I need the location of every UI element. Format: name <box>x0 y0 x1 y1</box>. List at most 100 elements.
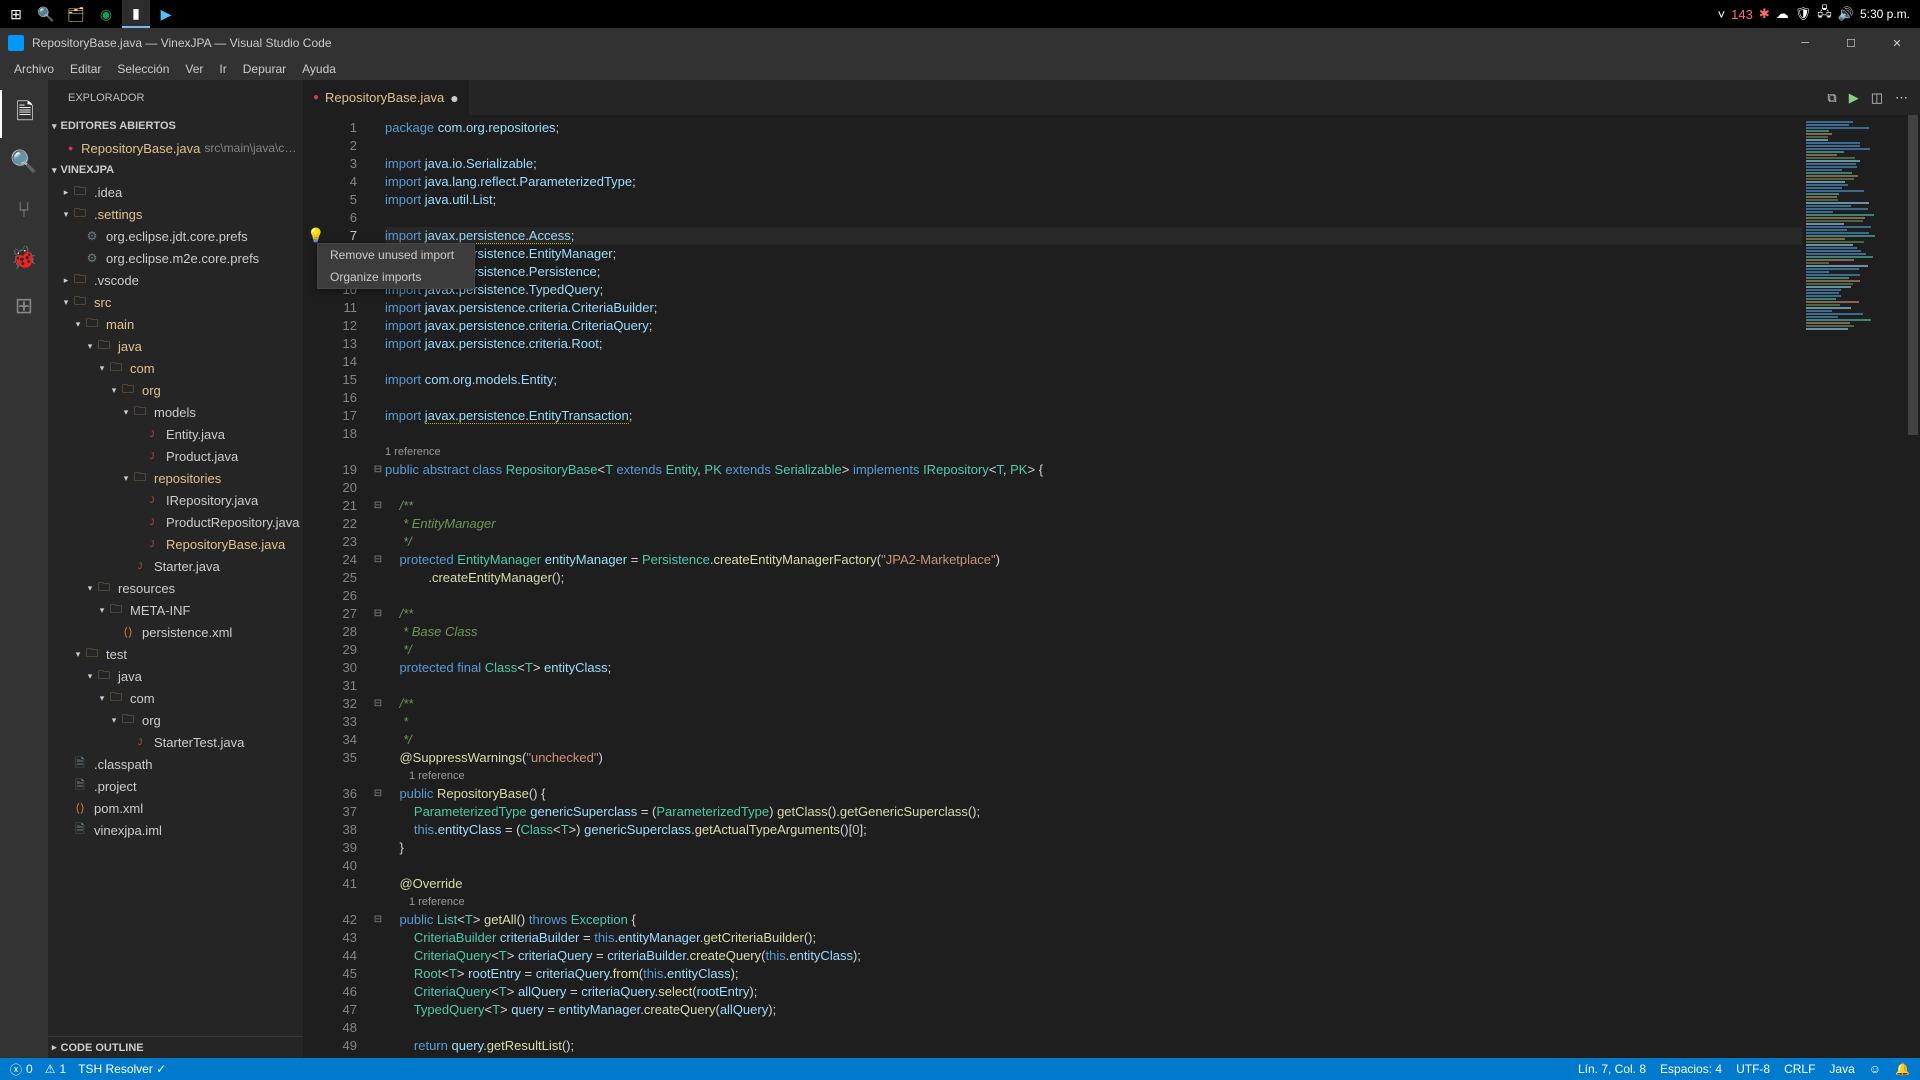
xml-file-icon: ⟨⟩ <box>72 801 88 815</box>
tree-item-vinexjpa-iml[interactable]: 🗎vinexjpa.iml <box>48 819 303 841</box>
tree-item-IRepository-java[interactable]: JIRepository.java <box>48 489 303 511</box>
close-button[interactable]: ✕ <box>1874 28 1920 58</box>
extensions-activity-icon[interactable]: ⊞ <box>0 282 48 330</box>
tree-item-org-eclipse-jdt-core-prefs[interactable]: ⚙org.eclipse.jdt.core.prefs <box>48 225 303 247</box>
defender-icon[interactable]: 🛡 <box>1795 6 1812 22</box>
tree-item-pom-xml[interactable]: ⟨⟩pom.xml <box>48 797 303 819</box>
tree-item-org[interactable]: ▾🗀org <box>48 709 303 731</box>
start-menu-icon[interactable]: ⊞ <box>2 0 30 28</box>
tree-item-src[interactable]: ▾🗀src <box>48 291 303 313</box>
tree-item-RepositoryBase-java[interactable]: JRepositoryBase.java <box>48 533 303 555</box>
tree-item--project[interactable]: 🗎.project <box>48 775 303 797</box>
quickfix-organize-imports[interactable]: Organize imports <box>318 266 474 288</box>
java-file-icon: ● <box>313 92 319 103</box>
tab-repositorybase[interactable]: ● RepositoryBase.java ● <box>303 80 470 115</box>
file-icon: 🗎 <box>72 776 88 797</box>
status-tsh-resolver[interactable]: TSH Resolver ✓ <box>78 1062 166 1076</box>
tree-item-Starter-java[interactable]: JStarter.java <box>48 555 303 577</box>
tree-item-ProductRepository-java[interactable]: JProductRepository.java <box>48 511 303 533</box>
folder-icon: 🗀 <box>84 314 100 335</box>
status-errors[interactable]: ⓧ 0 <box>10 1061 33 1078</box>
status-eol[interactable]: CRLF <box>1784 1062 1815 1076</box>
tree-item--classpath[interactable]: 🗎.classpath <box>48 753 303 775</box>
tray-badge[interactable]: 143 <box>1731 7 1753 22</box>
status-encoding[interactable]: UTF-8 <box>1736 1062 1770 1076</box>
project-header[interactable]: ▾ VINEXJPA <box>48 159 303 181</box>
explorer-activity-icon[interactable]: 🗎 <box>0 90 48 138</box>
source-control-activity-icon[interactable]: ⑂ <box>0 186 48 234</box>
activity-bar: 🗎 🔍 ⑂ 🐞 ⊞ <box>0 80 48 1058</box>
status-language[interactable]: Java <box>1829 1062 1854 1076</box>
code-editor[interactable]: 💡 123456789101112131415161718 1920212223… <box>303 115 1920 1058</box>
volume-icon[interactable]: 🔊 <box>1838 6 1854 22</box>
tree-item-repositories[interactable]: ▾🗀repositories <box>48 467 303 489</box>
clock[interactable]: 5:30 p.m. <box>1860 7 1910 21</box>
status-spaces[interactable]: Espacios: 4 <box>1660 1062 1722 1076</box>
run-icon[interactable]: ▶ <box>1849 90 1859 106</box>
scrollbar-thumb[interactable] <box>1908 115 1918 435</box>
tree-item-resources[interactable]: ▾🗀resources <box>48 577 303 599</box>
status-feedback-icon[interactable]: ☺ <box>1869 1062 1881 1076</box>
more-actions-icon[interactable]: ⋯ <box>1895 90 1908 106</box>
java-file-icon: J <box>132 561 148 571</box>
code-content[interactable]: package com.org.repositories; import jav… <box>385 115 1802 1058</box>
tree-item-META-INF[interactable]: ▾🗀META-INF <box>48 599 303 621</box>
open-editors-header[interactable]: ▾ EDITORES ABIERTOS <box>48 115 303 137</box>
menu-ir[interactable]: Ir <box>211 62 234 76</box>
folder-icon: 🗀 <box>132 468 148 489</box>
menu-depurar[interactable]: Depurar <box>235 62 294 76</box>
editor-scrollbar[interactable] <box>1906 115 1920 1058</box>
codelens-references[interactable]: 1 reference <box>385 443 1802 461</box>
open-editor-item[interactable]: ● RepositoryBase.java src\main\java\com\… <box>48 137 303 159</box>
maximize-button[interactable]: ☐ <box>1828 28 1874 58</box>
quickfix-menu: Remove unused importOrganize imports <box>317 243 475 289</box>
compare-changes-icon[interactable]: ⧉ <box>1827 90 1836 106</box>
tree-item--vscode[interactable]: ▸🗀.vscode <box>48 269 303 291</box>
menu-ver[interactable]: Ver <box>177 62 211 76</box>
tree-item-Entity-java[interactable]: JEntity.java <box>48 423 303 445</box>
file-icon: 🗎 <box>72 754 88 775</box>
tree-item-Product-java[interactable]: JProduct.java <box>48 445 303 467</box>
tree-item-org[interactable]: ▾🗀org <box>48 379 303 401</box>
status-notifications-icon[interactable]: 🔔 <box>1895 1062 1910 1076</box>
tree-item-java[interactable]: ▾🗀java <box>48 665 303 687</box>
codelens-references[interactable]: 1 reference <box>385 767 1802 785</box>
vscode-taskbar-icon[interactable]: ▮ <box>122 0 150 28</box>
menu-archivo[interactable]: Archivo <box>6 62 62 76</box>
quickfix-remove-unused-import[interactable]: Remove unused import <box>318 244 474 266</box>
tree-item-java[interactable]: ▾🗀java <box>48 335 303 357</box>
tree-item-models[interactable]: ▾🗀models <box>48 401 303 423</box>
tab-close-icon[interactable]: ● <box>450 90 458 106</box>
onedrive-icon[interactable]: ☁ <box>1776 6 1789 22</box>
tree-item-main[interactable]: ▾🗀main <box>48 313 303 335</box>
tree-item-org-eclipse-m2e-core-prefs[interactable]: ⚙org.eclipse.m2e.core.prefs <box>48 247 303 269</box>
menu-selección[interactable]: Selección <box>109 62 177 76</box>
minimize-button[interactable]: ─ <box>1782 28 1828 58</box>
tree-item-com[interactable]: ▾🗀com <box>48 687 303 709</box>
lightbulb-icon[interactable]: 💡 <box>307 227 323 244</box>
search-activity-icon[interactable]: 🔍 <box>0 138 48 186</box>
status-warnings[interactable]: ⚠ 1 <box>45 1062 66 1076</box>
app-taskbar-icon[interactable]: ▶ <box>152 0 180 28</box>
chevron-icon: ▾ <box>108 715 120 726</box>
tree-item-com[interactable]: ▾🗀com <box>48 357 303 379</box>
tree-item--settings[interactable]: ▾🗀.settings <box>48 203 303 225</box>
code-outline-header[interactable]: ▸ CODE OUTLINE <box>48 1036 303 1058</box>
menu-ayuda[interactable]: Ayuda <box>294 62 344 76</box>
debug-activity-icon[interactable]: 🐞 <box>0 234 48 282</box>
menu-editar[interactable]: Editar <box>62 62 109 76</box>
tree-item-StarterTest-java[interactable]: JStarterTest.java <box>48 731 303 753</box>
tray-app-icon[interactable]: ✱ <box>1759 6 1770 22</box>
tree-item--idea[interactable]: ▸🗀.idea <box>48 181 303 203</box>
codelens-references[interactable]: 1 reference <box>385 893 1802 911</box>
split-editor-icon[interactable]: ◫ <box>1871 90 1883 106</box>
chevron-up-icon[interactable]: ˅ <box>1718 7 1726 22</box>
search-taskbar-icon[interactable]: 🔍 <box>32 0 60 28</box>
chrome-icon[interactable]: ◉ <box>92 0 120 28</box>
tree-item-persistence-xml[interactable]: ⟨⟩persistence.xml <box>48 621 303 643</box>
file-explorer-icon[interactable]: 🗂 <box>62 0 90 28</box>
status-line-col[interactable]: Lín. 7, Col. 8 <box>1578 1062 1646 1076</box>
minimap[interactable] <box>1802 115 1892 1058</box>
tree-item-test[interactable]: ▾🗀test <box>48 643 303 665</box>
network-icon[interactable]: 🖧 <box>1817 3 1832 25</box>
